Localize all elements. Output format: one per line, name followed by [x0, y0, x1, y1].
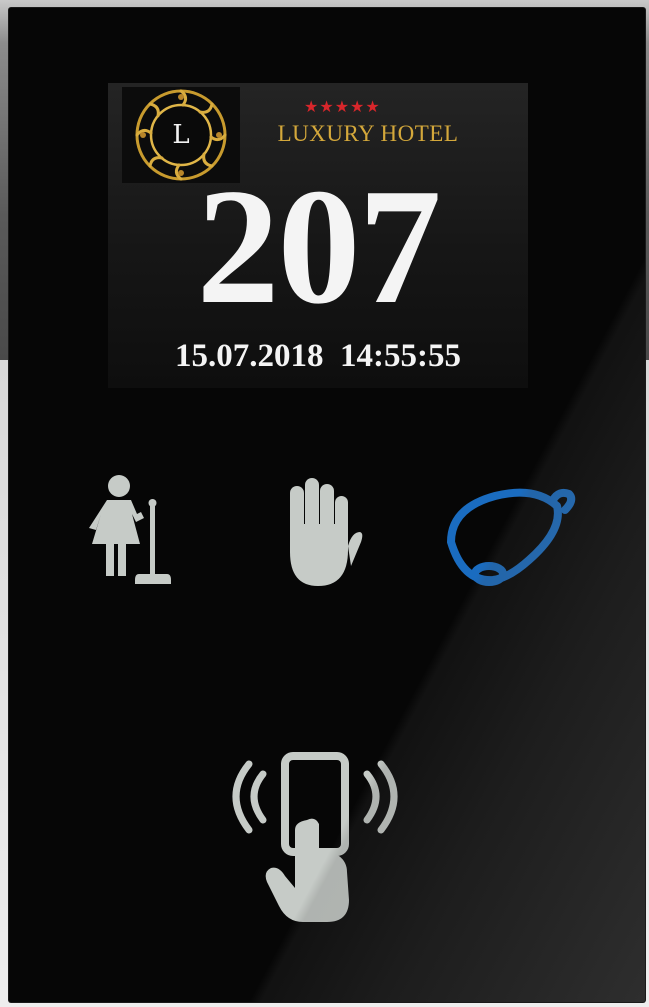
housekeeping-maid-icon [89, 475, 171, 584]
do-not-disturb-button[interactable] [271, 474, 363, 594]
room-number: 207 [196, 154, 442, 338]
hotel-name: LUXURY HOTEL [277, 121, 459, 146]
time-text: 14:55:55 [340, 338, 461, 374]
key-card-reader-button[interactable] [225, 736, 405, 926]
call-service-button[interactable] [441, 470, 581, 590]
housekeeping-button[interactable] [81, 470, 173, 590]
star-rating: ★★★★★ [304, 97, 381, 116]
control-panel: L ★★★★★ LUXURY HOTEL 207 15.07.2018 14:5… [9, 8, 645, 1002]
date-time: 15.07.2018 14:55:55 [108, 338, 528, 375]
room-display: L ★★★★★ LUXURY HOTEL 207 15.07.2018 14:5… [108, 83, 528, 388]
hand-stop-icon [290, 478, 363, 586]
date-text: 15.07.2018 [175, 338, 324, 374]
bell-icon [447, 488, 576, 586]
key-card-reader-icon [232, 752, 398, 922]
